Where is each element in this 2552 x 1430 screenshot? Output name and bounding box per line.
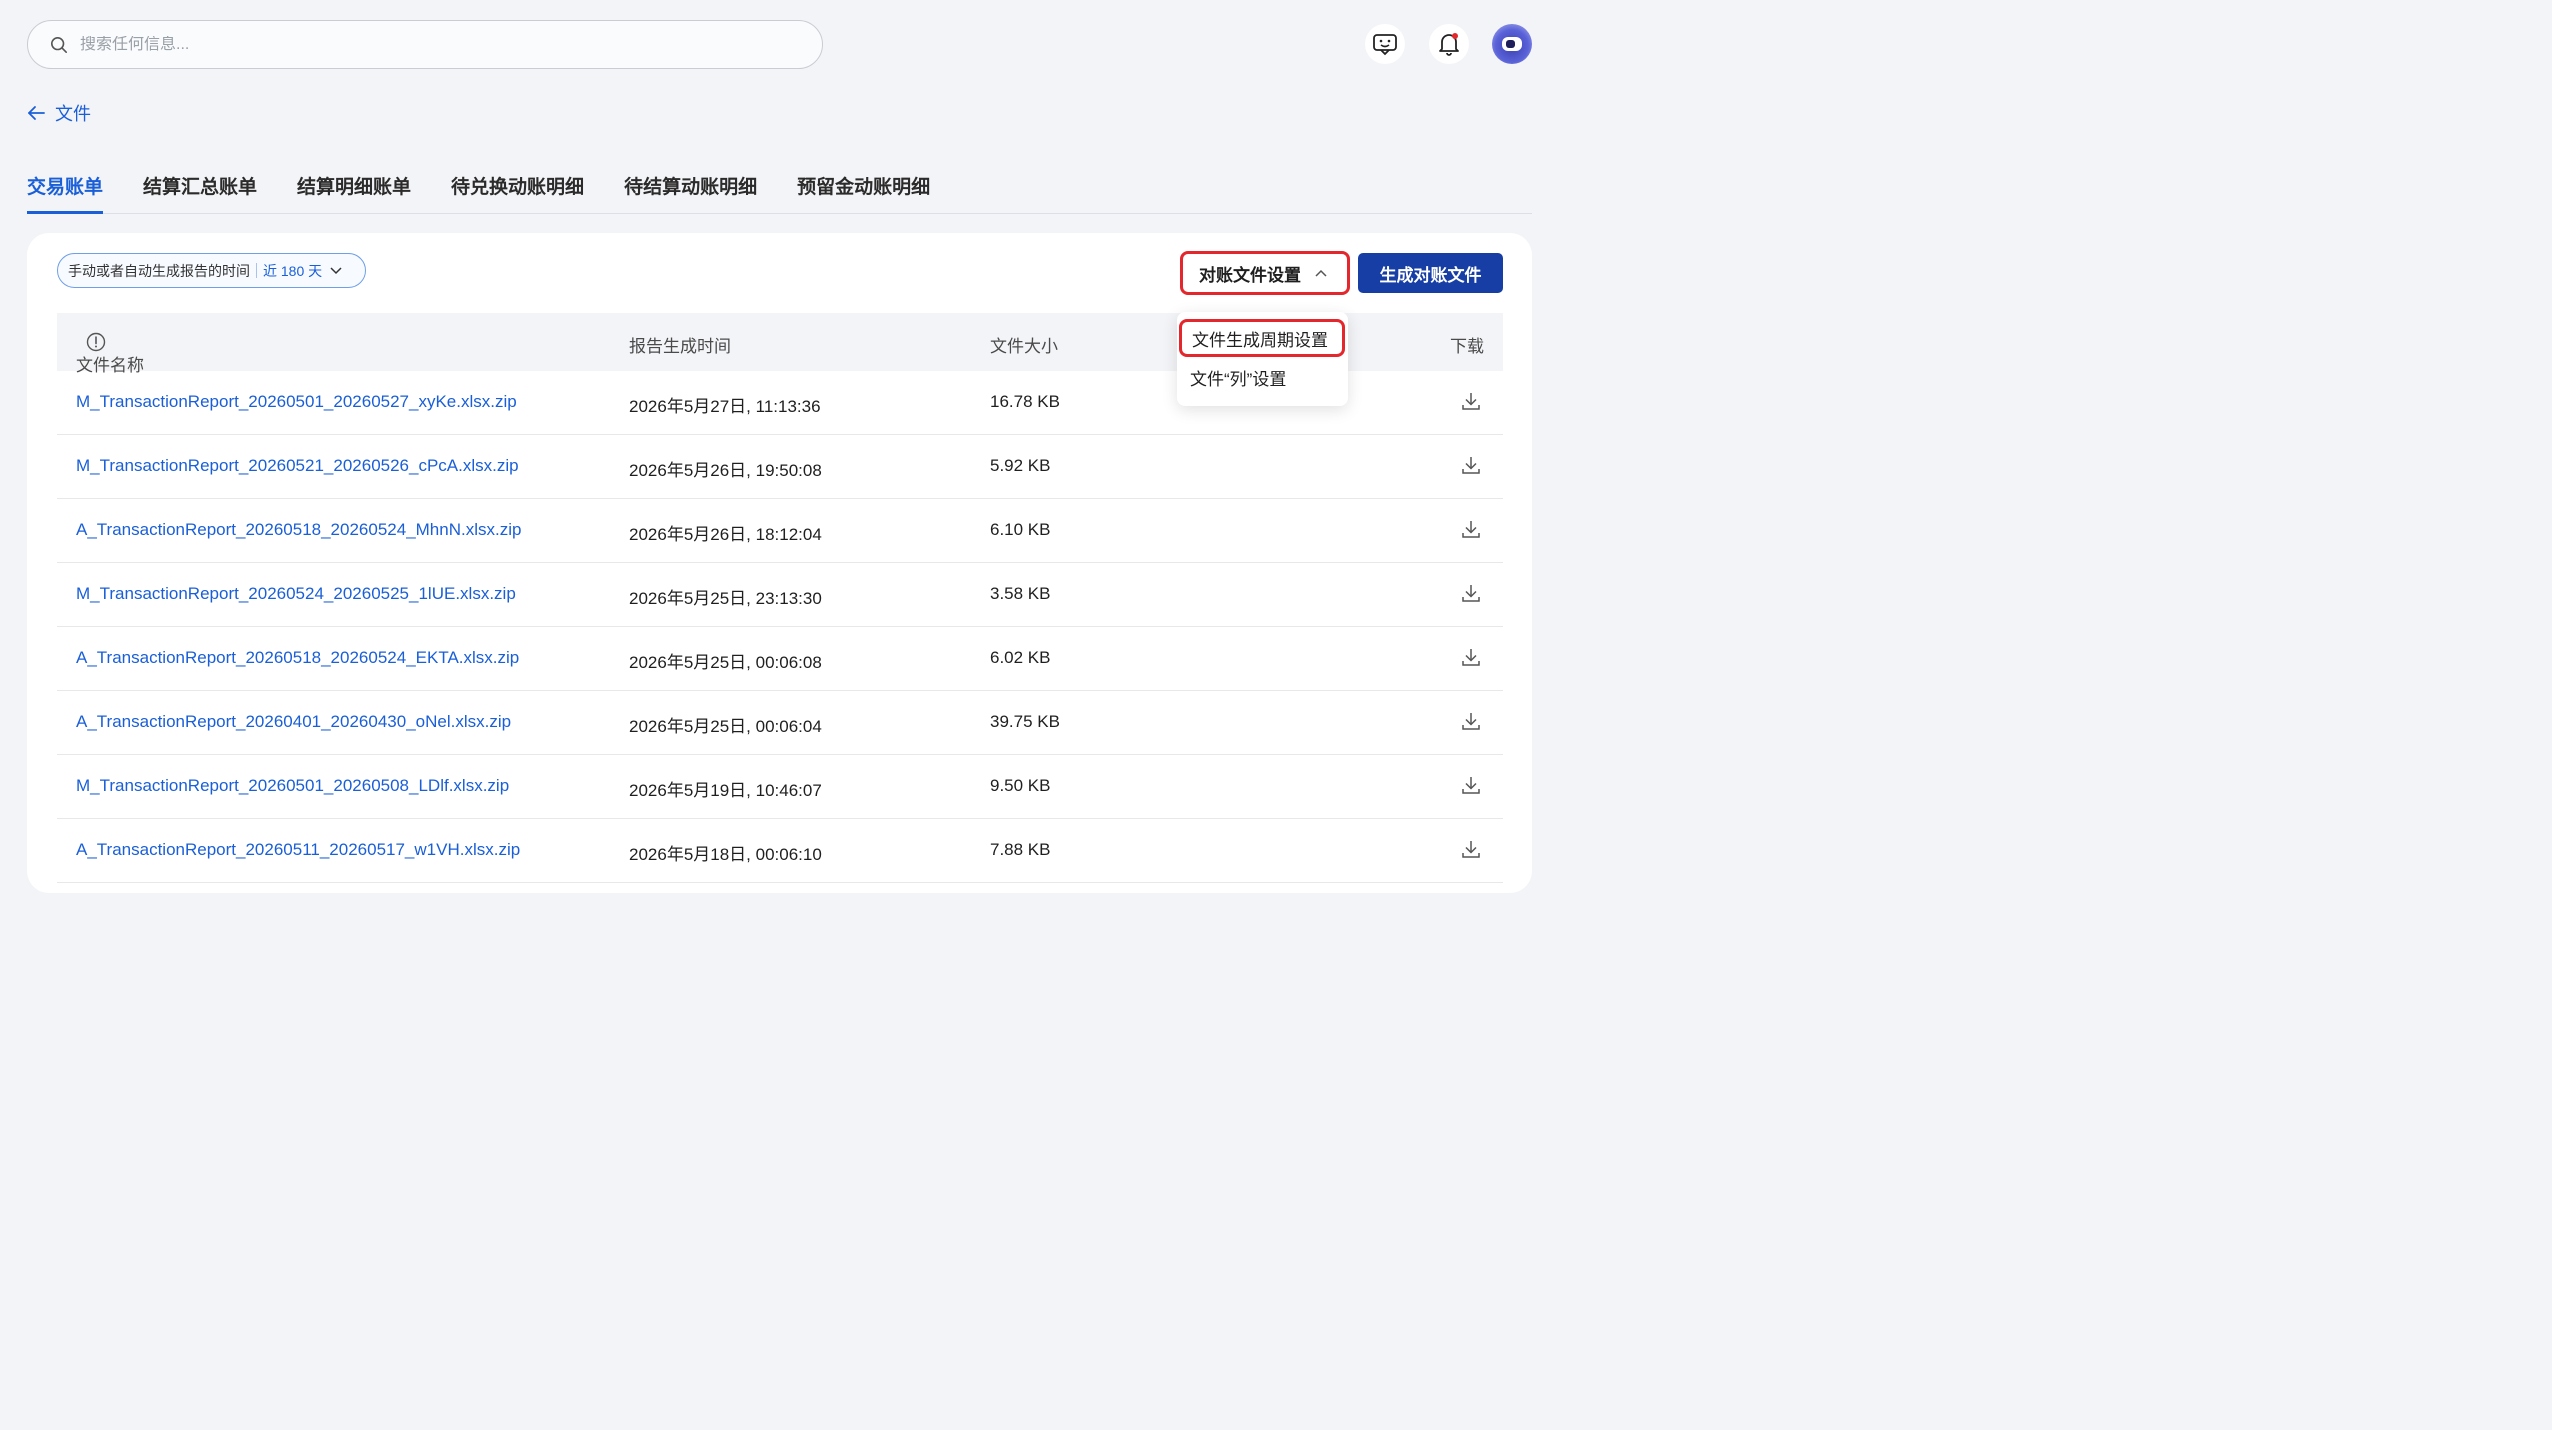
- menu-item-generation-cycle[interactable]: 文件生成周期设置: [1179, 319, 1345, 357]
- report-time: 2026年5月19日, 10:46:07: [629, 781, 822, 800]
- reconciliation-settings-label: 对账文件设置: [1199, 265, 1301, 285]
- file-name-link[interactable]: M_TransactionReport_20260524_20260525_1l…: [76, 584, 516, 604]
- search-input[interactable]: [80, 35, 780, 54]
- chevron-down-icon: [330, 266, 342, 274]
- chat-bot-icon: [1373, 34, 1397, 56]
- file-size: 9.50 KB: [990, 776, 1051, 795]
- file-name-link[interactable]: A_TransactionReport_20260518_20260524_EK…: [76, 648, 519, 668]
- info-icon[interactable]: [86, 332, 106, 352]
- report-time: 2026年5月27日, 11:13:36: [629, 397, 821, 416]
- generate-reconciliation-button[interactable]: 生成对账文件: [1358, 253, 1503, 293]
- arrow-left-icon: [28, 106, 45, 120]
- report-time: 2026年5月18日, 00:06:10: [629, 845, 822, 864]
- back-link-label: 文件: [55, 104, 91, 124]
- download-icon[interactable]: [1461, 391, 1481, 411]
- time-filter-dropdown[interactable]: 手动或者自动生成报告的时间 近 180 天: [57, 253, 366, 288]
- table-row: A_TransactionReport_20260518_20260524_EK…: [57, 627, 1503, 691]
- report-time: 2026年5月25日, 23:13:30: [629, 589, 822, 608]
- column-report-time: 报告生成时间: [629, 337, 731, 356]
- download-icon[interactable]: [1461, 583, 1481, 603]
- file-size: 7.88 KB: [990, 840, 1051, 859]
- chat-bot-button[interactable]: [1365, 24, 1405, 64]
- settings-dropdown-menu: 文件生成周期设置 文件“列”设置: [1177, 312, 1348, 406]
- table-row: M_TransactionReport_20260521_20260526_cP…: [57, 435, 1503, 499]
- download-icon[interactable]: [1461, 519, 1481, 539]
- report-time: 2026年5月25日, 00:06:04: [629, 717, 822, 736]
- file-name-link[interactable]: A_TransactionReport_20260518_20260524_Mh…: [76, 520, 521, 540]
- table-row: M_TransactionReport_20260501_20260508_LD…: [57, 755, 1503, 819]
- table-row: A_TransactionReport_20260401_20260430_oN…: [57, 691, 1503, 755]
- column-file-size: 文件大小: [990, 337, 1058, 356]
- tab-pending-exchange[interactable]: 待兑换动账明细: [451, 160, 584, 214]
- download-icon[interactable]: [1461, 839, 1481, 859]
- file-size: 3.58 KB: [990, 584, 1051, 603]
- file-size: 16.78 KB: [990, 392, 1060, 411]
- download-icon[interactable]: [1461, 711, 1481, 731]
- report-time: 2026年5月26日, 19:50:08: [629, 461, 822, 480]
- report-time: 2026年5月25日, 00:06:08: [629, 653, 822, 672]
- tab-settlement-summary[interactable]: 结算汇总账单: [143, 160, 257, 214]
- file-name-link[interactable]: A_TransactionReport_20260401_20260430_oN…: [76, 712, 511, 732]
- back-link[interactable]: 文件: [27, 100, 91, 126]
- file-size: 39.75 KB: [990, 712, 1060, 731]
- download-icon[interactable]: [1461, 647, 1481, 667]
- search-icon: [50, 36, 68, 53]
- file-name-link[interactable]: A_TransactionReport_20260511_20260517_w1…: [76, 840, 520, 860]
- column-file-name: 文件名称: [76, 332, 144, 375]
- report-time: 2026年5月26日, 18:12:04: [629, 525, 822, 544]
- file-name-link[interactable]: M_TransactionReport_20260501_20260508_LD…: [76, 776, 509, 796]
- bell-icon: [1439, 33, 1459, 56]
- avatar-face-icon: [1502, 37, 1522, 51]
- file-name-link[interactable]: M_TransactionReport_20260501_20260527_xy…: [76, 392, 517, 412]
- menu-item-column-settings[interactable]: 文件“列”设置: [1177, 358, 1348, 396]
- tab-reserve-detail[interactable]: 预留金动账明细: [797, 160, 930, 214]
- time-filter-label: 手动或者自动生成报告的时间: [68, 262, 250, 279]
- column-download: 下载: [1450, 337, 1484, 356]
- table-row: A_TransactionReport_20260518_20260524_Mh…: [57, 499, 1503, 563]
- file-name-link[interactable]: M_TransactionReport_20260521_20260526_cP…: [76, 456, 519, 476]
- table-row: M_TransactionReport_20260524_20260525_1l…: [57, 563, 1503, 627]
- tab-transaction-bill[interactable]: 交易账单: [27, 160, 104, 214]
- filter-divider: [256, 263, 257, 278]
- search-bar[interactable]: [27, 20, 823, 69]
- table-row: A_TransactionReport_20260511_20260517_w1…: [57, 819, 1503, 883]
- file-size: 5.92 KB: [990, 456, 1051, 475]
- user-avatar[interactable]: [1492, 24, 1532, 64]
- notification-button[interactable]: [1429, 24, 1469, 64]
- file-size: 6.02 KB: [990, 648, 1051, 667]
- file-size: 6.10 KB: [990, 520, 1051, 539]
- chevron-up-icon: [1315, 269, 1327, 277]
- tab-pending-settlement[interactable]: 待结算动账明细: [624, 160, 757, 214]
- reconciliation-settings-button[interactable]: 对账文件设置: [1180, 251, 1350, 295]
- download-icon[interactable]: [1461, 775, 1481, 795]
- tab-bar: 交易账单 结算汇总账单 结算明细账单 待兑换动账明细 待结算动账明细 预留金动账…: [27, 160, 1532, 214]
- download-icon[interactable]: [1461, 455, 1481, 475]
- tab-settlement-detail[interactable]: 结算明细账单: [297, 160, 411, 214]
- time-filter-value: 近 180 天: [263, 262, 323, 279]
